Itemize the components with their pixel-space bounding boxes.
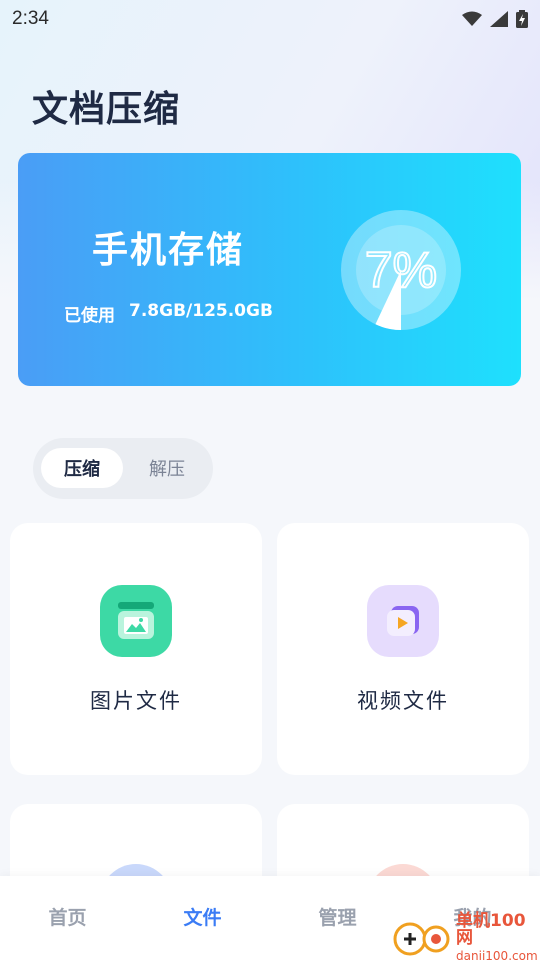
signal-icon — [490, 11, 508, 27]
storage-pie-chart: 7% — [340, 209, 462, 331]
storage-used-value: 7.8GB/125.0GB — [129, 301, 273, 321]
page-title: 文档压缩 — [32, 89, 181, 130]
storage-card[interactable]: 手机存储 已使用 7.8GB/125.0GB 7% — [18, 153, 521, 386]
image-file-icon — [100, 585, 172, 657]
tile-label: 图片文件 — [90, 689, 182, 713]
mode-switch: 压缩 解压 — [33, 438, 213, 499]
storage-usage: 已使用 7.8GB/125.0GB — [64, 301, 273, 326]
storage-used-label: 已使用 — [64, 306, 115, 326]
video-file-icon — [367, 585, 439, 657]
watermark-url: danji100.com — [456, 948, 538, 960]
status-icons — [462, 10, 528, 28]
mode-extract-tab[interactable]: 解压 — [129, 448, 205, 488]
tile-video-files[interactable]: 视频文件 — [277, 523, 529, 775]
watermark-title: 单机100网 — [456, 910, 526, 948]
status-time: 2:34 — [12, 8, 49, 29]
nav-files[interactable]: 文件 — [135, 876, 270, 960]
watermark-logo-icon — [392, 915, 456, 959]
battery-icon — [516, 10, 528, 28]
mode-compress-tab[interactable]: 压缩 — [41, 448, 123, 488]
wifi-icon — [462, 11, 482, 27]
nav-manage[interactable]: 管理 — [270, 876, 405, 960]
nav-home[interactable]: 首页 — [0, 876, 135, 960]
tile-image-files[interactable]: 图片文件 — [10, 523, 262, 775]
storage-percent: 7% — [364, 241, 438, 299]
tile-label: 视频文件 — [357, 689, 449, 713]
status-bar: 2:34 — [0, 0, 540, 38]
storage-title: 手机存储 — [92, 230, 245, 271]
watermark: 单机100网 danji100.com — [392, 910, 540, 960]
watermark-text: 单机100网 danji100.com — [456, 910, 540, 960]
